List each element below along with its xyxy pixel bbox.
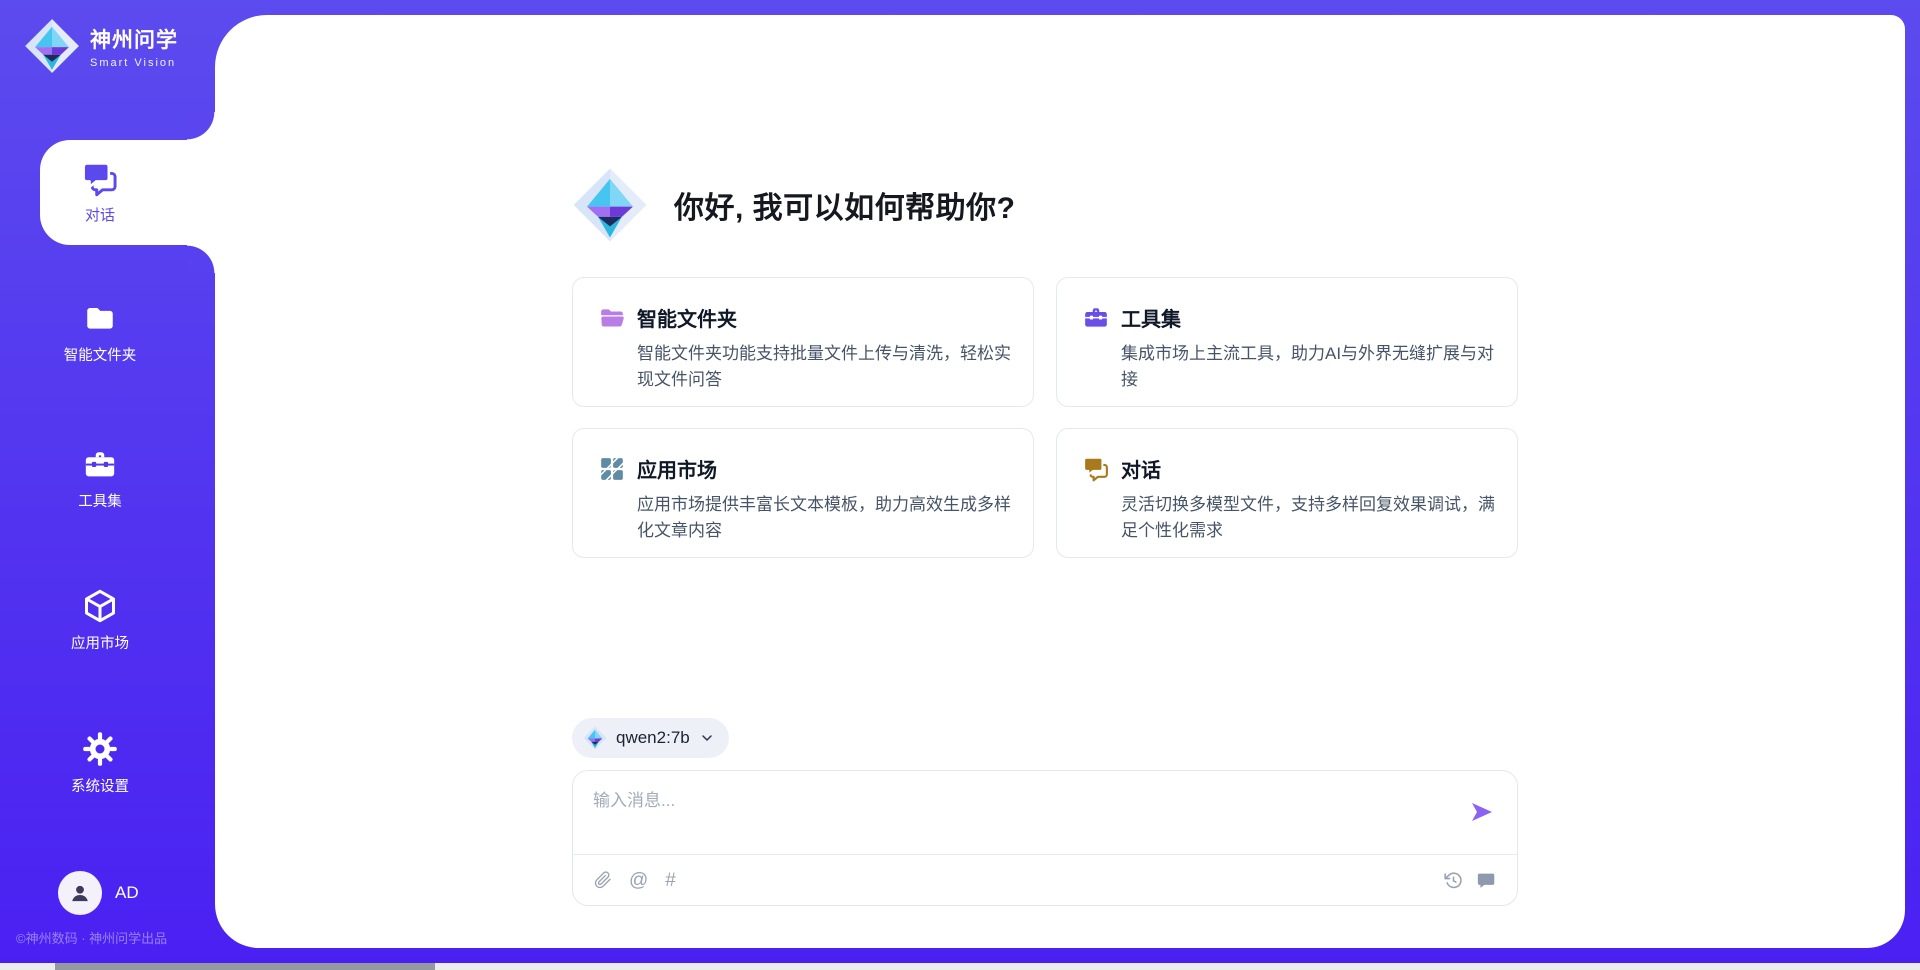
- user-name: AD: [115, 883, 139, 903]
- sidebar: 神州问学 Smart Vision 对话 智能文件夹: [0, 0, 215, 970]
- at-icon[interactable]: @: [629, 871, 648, 890]
- horizontal-scrollbar[interactable]: [0, 963, 1920, 970]
- card-description: 集成市场上主流工具，助力AI与外界无缝扩展与对接: [1121, 341, 1497, 393]
- scrollbar-thumb[interactable]: [55, 963, 435, 970]
- brand-tagline: Smart Vision: [90, 57, 178, 69]
- sidebar-item-label: 对话: [85, 204, 115, 225]
- card-description: 应用市场提供丰富长文本模板，助力高效生成多样化文章内容: [637, 492, 1013, 544]
- sidebar-item-settings[interactable]: 系统设置: [40, 731, 160, 796]
- card-description: 灵活切换多模型文件，支持多样回复效果调试，满足个性化需求: [1121, 492, 1497, 544]
- chevron-down-icon: [699, 730, 715, 746]
- hash-icon[interactable]: #: [665, 871, 676, 890]
- sidebar-item-app-market[interactable]: 应用市场: [40, 588, 160, 653]
- sidebar-item-label: 智能文件夹: [64, 344, 137, 365]
- brand-name: 神州问学: [90, 24, 178, 54]
- grid-icon: [599, 456, 625, 482]
- chat-icon: [82, 161, 118, 197]
- card-title: 工具集: [1121, 303, 1181, 332]
- card-title: 智能文件夹: [637, 303, 737, 332]
- brand: 神州问学 Smart Vision: [24, 18, 178, 74]
- diamond-logo-icon: [24, 18, 80, 74]
- model-name: qwen2:7b: [616, 728, 690, 748]
- main-panel: 你好, 我可以如何帮助你? 智能文件夹 智能文件夹功能支持批量文件上传与清洗，轻…: [215, 15, 1905, 948]
- cube-icon: [82, 588, 118, 624]
- sidebar-item-smart-folder[interactable]: 智能文件夹: [40, 302, 160, 365]
- composer-toolbar: @ #: [573, 855, 1517, 905]
- feature-cards: 智能文件夹 智能文件夹功能支持批量文件上传与清洗，轻松实现文件问答: [572, 277, 1518, 558]
- avatar: [58, 871, 102, 915]
- sidebar-item-label: 系统设置: [71, 775, 129, 796]
- card-description: 智能文件夹功能支持批量文件上传与清洗，轻松实现文件问答: [637, 341, 1013, 393]
- user-account[interactable]: AD: [58, 871, 139, 915]
- greeting-title: 你好, 我可以如何帮助你?: [674, 183, 1016, 227]
- card-toolset[interactable]: 工具集 集成市场上主流工具，助力AI与外界无缝扩展与对接: [1056, 277, 1518, 407]
- sidebar-item-label: 应用市场: [71, 632, 129, 653]
- card-app-market[interactable]: 应用市场 应用市场提供丰富长文本模板，助力高效生成多样化文章内容: [572, 428, 1034, 558]
- greeting: 你好, 我可以如何帮助你?: [572, 167, 1016, 243]
- card-title: 对话: [1121, 454, 1161, 483]
- folder-open-icon: [599, 305, 625, 331]
- sidebar-footer: ©神州数码 · 神州问学出品: [16, 928, 216, 947]
- paperclip-icon[interactable]: [594, 871, 612, 889]
- card-title: 应用市场: [637, 454, 717, 483]
- chat-icon: [1083, 456, 1109, 482]
- sidebar-item-chat[interactable]: 对话: [40, 140, 215, 245]
- card-chat[interactable]: 对话 灵活切换多模型文件，支持多样回复效果调试，满足个性化需求: [1056, 428, 1518, 558]
- toolbox-icon: [1083, 305, 1109, 331]
- history-icon[interactable]: [1444, 871, 1463, 890]
- sidebar-item-label: 工具集: [78, 490, 122, 511]
- message-input[interactable]: [593, 786, 1433, 846]
- send-icon[interactable]: [1470, 800, 1494, 824]
- gear-icon: [82, 731, 118, 767]
- card-smart-folder[interactable]: 智能文件夹 智能文件夹功能支持批量文件上传与清洗，轻松实现文件问答: [572, 277, 1034, 407]
- sidebar-item-toolset[interactable]: 工具集: [40, 448, 160, 511]
- folder-icon: [83, 302, 117, 336]
- toolbox-icon: [83, 448, 117, 482]
- message-composer: @ #: [572, 770, 1518, 906]
- diamond-logo-icon: [583, 726, 607, 750]
- chat-square-icon[interactable]: [1477, 871, 1496, 890]
- person-icon: [67, 880, 93, 906]
- diamond-logo-icon: [572, 167, 648, 243]
- model-selector[interactable]: qwen2:7b: [572, 718, 729, 758]
